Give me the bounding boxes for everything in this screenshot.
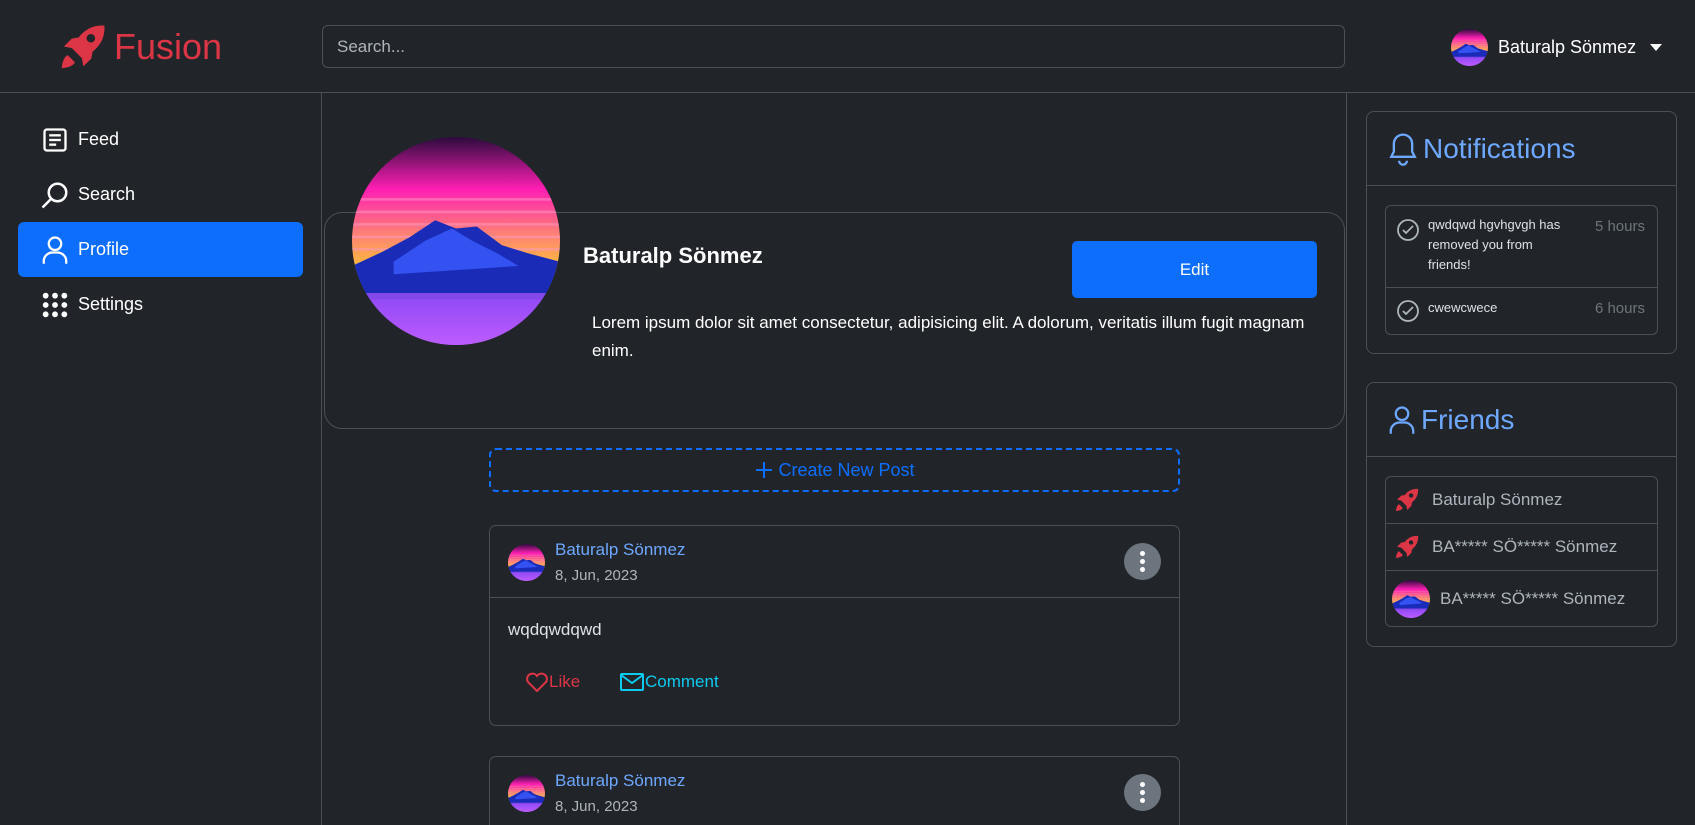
- edit-profile-button[interactable]: Edit: [1072, 241, 1317, 298]
- avatar: [508, 775, 545, 812]
- friend-name: Baturalp Sönmez: [1432, 490, 1563, 509]
- create-post-label: Create New Post: [778, 459, 915, 480]
- post-date: 8, Jun, 2023: [555, 567, 638, 584]
- sidebar-item-label: Search: [78, 184, 136, 204]
- magnifier-icon: [40, 180, 70, 210]
- post-card: Baturalp Sönmez 8, Jun, 2023: [489, 756, 1180, 825]
- notification-text: cwewcwece: [1428, 300, 1498, 315]
- friends-list: Baturalp Sönmez BA***** SÖ***** Sönmez B…: [1385, 476, 1658, 627]
- sidebar-item-feed[interactable]: Feed: [18, 112, 303, 167]
- kebab-icon: [1140, 551, 1145, 556]
- friends-card: Friends Baturalp Sönmez BA***** SÖ***** …: [1366, 382, 1677, 647]
- bell-icon: [1389, 132, 1417, 166]
- notification-item[interactable]: cwewcwece 6 hours: [1386, 288, 1657, 334]
- notification-time: 6 hours: [1594, 300, 1645, 317]
- post-header: Baturalp Sönmez 8, Jun, 2023: [490, 757, 1179, 825]
- grid-dots-icon: [40, 290, 70, 320]
- post-author-link[interactable]: Baturalp Sönmez: [555, 771, 685, 791]
- chevron-down-icon: [1650, 43, 1663, 51]
- friend-item[interactable]: Baturalp Sönmez: [1386, 477, 1657, 524]
- post-author-link[interactable]: Baturalp Sönmez: [555, 540, 685, 560]
- kebab-icon: [1140, 559, 1145, 564]
- sidebar-item-search[interactable]: Search: [18, 167, 303, 222]
- avatar: [1392, 580, 1430, 618]
- notifications-title: Notifications: [1423, 132, 1576, 164]
- avatar: [508, 544, 545, 581]
- kebab-icon: [1140, 798, 1145, 803]
- notifications-list: qwdqwd hgvhgvgh has removed you from fri…: [1385, 205, 1658, 335]
- post-options-button[interactable]: [1124, 774, 1161, 811]
- kebab-icon: [1140, 790, 1145, 795]
- top-navbar: Fusion Baturalp Sönmez: [0, 0, 1695, 93]
- check-circle-icon: [1397, 300, 1419, 322]
- sidebar: Feed Search Profile Settings: [0, 93, 322, 825]
- comment-button[interactable]: Comment: [619, 671, 719, 693]
- notifications-card: Notifications qwdqwd hgvhgvgh has remove…: [1366, 111, 1677, 354]
- friend-name: BA***** SÖ***** Sönmez: [1432, 537, 1618, 556]
- user-name: Baturalp Sönmez: [1498, 36, 1637, 57]
- envelope-icon: [620, 673, 644, 691]
- post-text: wqdqwdqwd: [508, 620, 602, 639]
- friend-name: BA***** SÖ***** Sönmez: [1440, 588, 1626, 608]
- person-icon: [40, 235, 70, 265]
- comment-label: Comment: [645, 672, 719, 691]
- heart-icon: [526, 672, 548, 693]
- plus-icon: [756, 462, 773, 478]
- user-menu-toggle[interactable]: Baturalp Sönmez: [1451, 28, 1663, 66]
- profile-avatar: [352, 137, 560, 345]
- notification-text: qwdqwd hgvhgvgh has removed you from fri…: [1428, 217, 1561, 272]
- notifications-header: Notifications: [1367, 112, 1676, 186]
- friend-item[interactable]: BA***** SÖ***** Sönmez: [1386, 571, 1657, 626]
- create-post-button[interactable]: Create New Post: [489, 448, 1180, 492]
- brand-link[interactable]: Fusion: [56, 20, 222, 74]
- search-input[interactable]: [322, 25, 1345, 68]
- kebab-icon: [1140, 567, 1145, 572]
- sidebar-item-settings[interactable]: Settings: [18, 277, 303, 332]
- sidebar-item-label: Feed: [78, 129, 120, 149]
- post-header: Baturalp Sönmez 8, Jun, 2023: [490, 526, 1179, 598]
- post-options-button[interactable]: [1124, 543, 1161, 580]
- notification-time: 5 hours: [1594, 218, 1645, 235]
- rocket-icon: [56, 20, 110, 74]
- sidebar-item-label: Settings: [78, 294, 144, 314]
- rocket-icon: [1392, 485, 1422, 515]
- post-card: Baturalp Sönmez 8, Jun, 2023 wqdqwdqwd L…: [489, 525, 1180, 726]
- avatar: [1451, 29, 1488, 66]
- like-label: Like: [549, 672, 581, 691]
- kebab-icon: [1140, 782, 1145, 787]
- sidebar-item-label: Profile: [78, 239, 130, 259]
- person-icon: [1389, 405, 1415, 434]
- friends-header: Friends: [1367, 383, 1676, 457]
- document-icon: [40, 125, 70, 155]
- right-panel: Notifications qwdqwd hgvhgvgh has remove…: [1346, 93, 1695, 825]
- rocket-icon: [1392, 532, 1422, 562]
- brand-name: Fusion: [114, 26, 223, 67]
- check-circle-icon: [1397, 219, 1419, 241]
- profile-bio: Lorem ipsum dolor sit amet consectetur, …: [592, 313, 1305, 360]
- sidebar-item-profile[interactable]: Profile: [18, 222, 303, 277]
- friends-title: Friends: [1421, 403, 1515, 435]
- post-date: 8, Jun, 2023: [555, 798, 638, 815]
- notification-item[interactable]: qwdqwd hgvhgvgh has removed you from fri…: [1386, 206, 1657, 288]
- like-button[interactable]: Like: [525, 671, 580, 693]
- post-body: wqdqwdqwd Like Comment: [490, 598, 1179, 725]
- profile-name: Baturalp Sönmez: [583, 243, 763, 268]
- friend-item[interactable]: BA***** SÖ***** Sönmez: [1386, 524, 1657, 571]
